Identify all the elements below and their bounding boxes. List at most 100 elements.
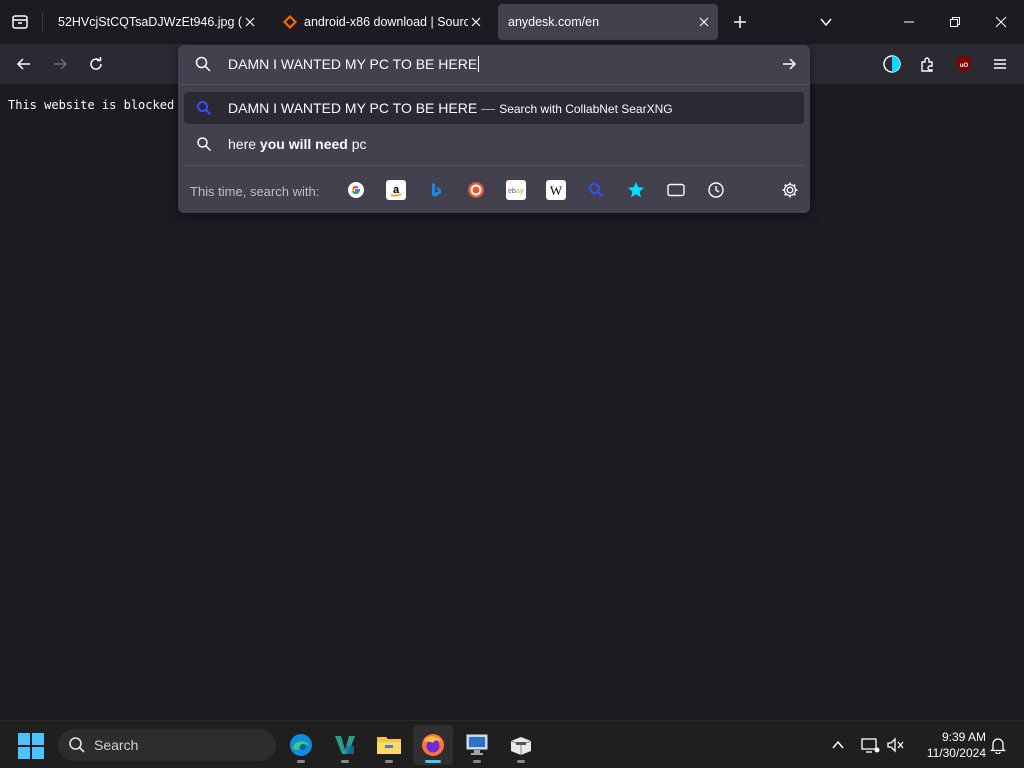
ublock-origin-button[interactable]: uO	[950, 50, 978, 78]
running-indicator	[297, 760, 305, 763]
minimize-icon	[904, 21, 914, 23]
searxng-search-icon	[196, 100, 212, 121]
extensions-button[interactable]	[914, 50, 942, 78]
tab-anydesk[interactable]: anydesk.com/en	[498, 4, 718, 40]
close-window-button[interactable]	[978, 0, 1024, 44]
firefox-view-button[interactable]	[8, 10, 32, 34]
tab-jpeg[interactable]: 52HVcjStCQTsaDJWzEt946.jpg (JPEG	[48, 4, 264, 40]
taskbar-clock[interactable]: 9:39 AM 11/30/2024	[912, 729, 986, 761]
oneoff-label: This time, search with:	[190, 184, 320, 199]
result-text: DAMN I WANTED MY PC TO BE HERE	[228, 100, 478, 116]
svg-text:y: y	[520, 188, 524, 195]
volume-muted-icon[interactable]	[884, 733, 908, 757]
taskbar-search-label: Search	[94, 737, 139, 753]
notification-bell-icon[interactable]	[986, 733, 1010, 757]
ebay-icon[interactable]: ebay	[506, 180, 526, 200]
start-tile	[32, 733, 44, 745]
windows-start-icon[interactable]	[18, 733, 44, 759]
clock-time: 9:39 AM	[941, 730, 986, 744]
sourceforge-icon	[282, 14, 298, 30]
running-indicator	[385, 760, 393, 763]
svg-text:uO: uO	[960, 63, 969, 69]
start-tile	[32, 747, 44, 759]
suggestion-prefix: here	[228, 136, 260, 152]
arrow-right-icon	[54, 58, 68, 70]
urlbar-popup: DAMN I WANTED MY PC TO BE HERE DAMN I WA…	[178, 45, 810, 213]
running-indicator	[517, 760, 525, 763]
tab-separator	[42, 12, 43, 32]
taskbar-search[interactable]: Search	[58, 729, 276, 761]
bing-icon[interactable]	[426, 180, 446, 200]
result-engine-label: Search with CollabNet SearXNG	[499, 102, 673, 116]
reload-icon	[90, 57, 102, 70]
running-indicator	[341, 760, 349, 763]
chevron-up-icon[interactable]	[826, 733, 850, 757]
taskbar: Search 9:39 AM 11/30/2024	[0, 720, 1024, 768]
result-search-searxng[interactable]: DAMN I WANTED MY PC TO BE HERE — Search wi…	[184, 92, 804, 124]
network-icon[interactable]	[858, 733, 882, 757]
reload-button[interactable]	[82, 50, 110, 78]
svg-text:W: W	[550, 183, 563, 198]
remote-desktop-icon[interactable]	[457, 725, 497, 765]
list-all-tabs-button[interactable]	[814, 10, 838, 34]
restore-button[interactable]	[932, 0, 978, 44]
firefox-view-icon	[12, 15, 28, 29]
tab-android-x86[interactable]: android-x86 download | Source	[272, 4, 490, 40]
tab-strip: 52HVcjStCQTsaDJWzEt946.jpg (JPEG android…	[0, 0, 1024, 44]
vscode-like-app-icon[interactable]	[325, 725, 365, 765]
close-tab-icon[interactable]	[468, 14, 484, 30]
wikipedia-icon[interactable]: W	[546, 180, 566, 200]
history-icon[interactable]	[706, 180, 726, 200]
clock-date: 11/30/2024	[926, 746, 986, 760]
duckduckgo-icon[interactable]	[466, 180, 486, 200]
google-icon[interactable]	[346, 180, 366, 200]
suggestion-suffix: pc	[347, 136, 367, 152]
bookmarks-icon[interactable]	[626, 180, 646, 200]
search-icon	[194, 55, 212, 78]
account-button[interactable]	[878, 50, 906, 78]
edge-icon[interactable]	[281, 725, 321, 765]
urlbar-input[interactable]: DAMN I WANTED MY PC TO BE HERE	[178, 45, 810, 83]
forward-button[interactable]	[46, 50, 74, 78]
arrow-left-icon	[16, 58, 30, 70]
amazon-icon[interactable]: a	[386, 180, 406, 200]
chevron-down-icon	[820, 18, 832, 27]
firefox-icon[interactable]	[413, 725, 453, 765]
package-installer-icon[interactable]	[501, 725, 541, 765]
close-tab-icon[interactable]	[696, 14, 712, 30]
tab-label: anydesk.com/en	[508, 15, 600, 29]
plus-icon	[734, 16, 746, 28]
firefox-account-icon	[883, 55, 901, 73]
blocked-message: This website is blocked	[8, 98, 175, 112]
searxng-icon[interactable]	[586, 180, 606, 200]
back-button[interactable]	[10, 50, 38, 78]
divider	[178, 84, 810, 85]
search-settings-gear-icon[interactable]	[780, 180, 800, 200]
tab-label: android-x86 download | Source	[304, 15, 468, 29]
close-icon	[995, 16, 1007, 28]
puzzle-icon	[921, 57, 933, 72]
new-tab-button[interactable]	[728, 10, 752, 34]
urlbar-text[interactable]: DAMN I WANTED MY PC TO BE HERE	[228, 56, 480, 72]
svg-text:a: a	[393, 184, 400, 196]
app-menu-button[interactable]	[986, 50, 1014, 78]
arrow-right-icon	[783, 58, 797, 70]
hamburger-menu-icon	[994, 59, 1006, 69]
result-separator: —	[481, 100, 496, 116]
go-button[interactable]	[778, 53, 800, 75]
divider	[184, 165, 804, 166]
tab-label: 52HVcjStCQTsaDJWzEt946.jpg (JPEG	[58, 15, 242, 29]
suggestion-bold: you will need	[259, 136, 348, 152]
ublock-icon: uO	[957, 56, 971, 72]
start-tile	[18, 733, 30, 745]
file-explorer-icon[interactable]	[369, 725, 409, 765]
minimize-button[interactable]	[886, 0, 932, 44]
running-indicator	[425, 760, 441, 763]
tabs-icon[interactable]	[666, 180, 686, 200]
start-tile	[18, 747, 30, 759]
result-suggestion[interactable]: here you will need pc	[184, 128, 804, 160]
search-icon	[196, 136, 212, 157]
search-icon	[68, 736, 86, 759]
restore-icon	[950, 17, 960, 27]
close-tab-icon[interactable]	[242, 14, 258, 30]
